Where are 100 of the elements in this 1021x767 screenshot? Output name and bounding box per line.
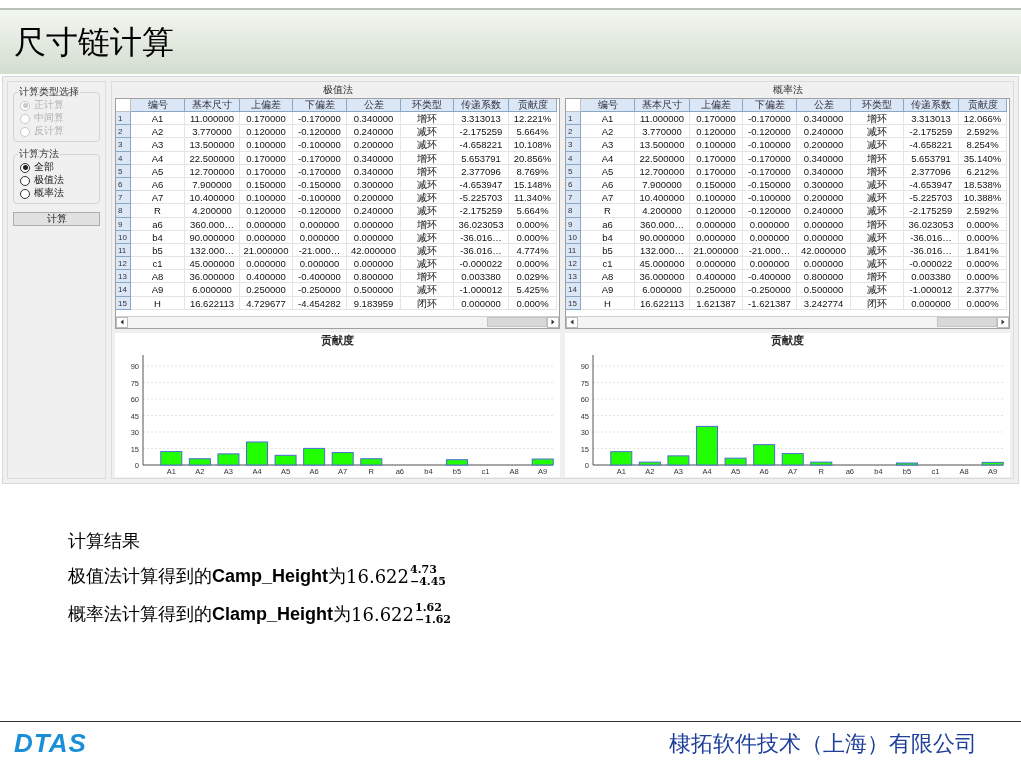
column-header[interactable]: 基本尺寸: [635, 99, 690, 112]
table-cell: 12.066%: [959, 112, 1007, 126]
table-cell: -0.120000: [743, 125, 797, 139]
nominal-value: 16.622: [346, 564, 409, 589]
table-cell: 0.000000: [240, 217, 293, 231]
table-cell: 22.500000: [185, 151, 240, 165]
table-cell: A3: [131, 138, 185, 152]
column-header[interactable]: 上偏差: [690, 99, 743, 112]
table-cell: 360.000…: [185, 217, 240, 231]
table-cell: A2: [581, 125, 635, 139]
column-header[interactable]: 公差: [797, 99, 851, 112]
scrollbar-thumb[interactable]: [487, 317, 547, 328]
scroll-right-icon[interactable]: [547, 316, 559, 328]
table-cell: -4.658221: [904, 138, 959, 152]
bar: [610, 451, 633, 466]
bar: [188, 458, 211, 466]
table-cell: 增环: [851, 151, 904, 165]
table-cell: 12.221%: [509, 112, 557, 126]
table-cell: 8.254%: [959, 138, 1007, 152]
table-cell: A8: [581, 270, 635, 284]
table-cell: 0.000000: [904, 296, 959, 310]
column-header[interactable]: 上偏差: [240, 99, 293, 112]
table-cell: A7: [131, 191, 185, 205]
table-cell: a6: [131, 217, 185, 231]
column-header[interactable]: 贡献度: [959, 99, 1007, 112]
table-cell: 7.900000: [635, 177, 690, 192]
column-header[interactable]: 基本尺寸: [185, 99, 240, 112]
bar: [696, 425, 718, 466]
table-cell: 0.150000: [240, 177, 293, 192]
column-header[interactable]: 下偏差: [293, 99, 347, 112]
bar: [753, 443, 776, 466]
table-cell: 4.200000: [635, 204, 690, 218]
column-header[interactable]: 环类型: [851, 99, 904, 112]
table-cell: 减环: [401, 283, 454, 297]
table-cell: 45.000000: [185, 257, 240, 271]
table-cell: 2.592%: [959, 125, 1007, 139]
table-cell: 减环: [401, 138, 454, 152]
table-cell: -0.170000: [743, 151, 797, 165]
table-cell: 3.770000: [635, 125, 690, 139]
scroll-left-icon[interactable]: [116, 316, 128, 328]
row-number: 12: [116, 257, 131, 271]
table-cell: 0.300000: [347, 177, 401, 192]
table-cell: 0.200000: [347, 191, 401, 205]
table-cell: 0.400000: [690, 270, 743, 284]
table-cell: 减环: [851, 204, 904, 218]
table-cell: 增环: [401, 270, 454, 284]
table-cell: 0.200000: [797, 138, 851, 152]
table-cell: 0.340000: [797, 164, 851, 178]
column-header[interactable]: 编号: [581, 99, 635, 112]
column-header[interactable]: 传递系数: [454, 99, 509, 112]
table-cell: -0.400000: [743, 270, 797, 284]
radio-button[interactable]: [20, 188, 30, 199]
table-cell: 36.023053: [454, 217, 509, 231]
radio-button[interactable]: [20, 162, 30, 173]
table-cell: 0.120000: [690, 125, 743, 139]
scroll-right-icon[interactable]: [997, 316, 1009, 328]
scroll-left-icon[interactable]: [566, 316, 578, 328]
table-cell: -0.120000: [293, 204, 347, 218]
column-header[interactable]: 贡献度: [509, 99, 557, 112]
table-cell: H: [131, 296, 185, 310]
table-cell: 0.250000: [240, 283, 293, 297]
table-cell: 8.769%: [509, 164, 557, 178]
radio-label: 全部: [34, 160, 54, 175]
bar: [246, 441, 268, 466]
table-cell: A6: [581, 177, 635, 192]
table-cell: 7.900000: [185, 177, 240, 192]
table-cell: 0.100000: [690, 138, 743, 152]
column-header[interactable]: 公差: [347, 99, 401, 112]
bar: [724, 457, 747, 466]
table-cell: 10.388%: [959, 191, 1007, 205]
table-cell: -0.170000: [293, 112, 347, 126]
table-cell: 0.003380: [454, 270, 509, 284]
table-cell: 36.000000: [185, 270, 240, 284]
table-cell: 16.622113: [185, 296, 240, 310]
table-cell: 12.700000: [635, 164, 690, 178]
bar: [160, 450, 183, 466]
calculate-button[interactable]: 计算: [13, 212, 100, 226]
radio-button[interactable]: [20, 175, 30, 186]
result-text: 极值法计算得到的Camp_Height为: [68, 564, 346, 588]
table-cell: 90.000000: [635, 230, 690, 244]
table-cell: 0.240000: [347, 125, 401, 139]
table-cell: 0.000%: [959, 270, 1007, 284]
column-header[interactable]: 下偏差: [743, 99, 797, 112]
table-cell: -36.016…: [904, 243, 959, 258]
table-cell: 1.621387: [690, 296, 743, 310]
radio-label: 极值法: [34, 173, 64, 187]
table-cell: 减环: [851, 230, 904, 244]
table-cell: 132.000…: [635, 243, 690, 258]
row-number: 2: [116, 125, 131, 139]
table-cell: 42.000000: [797, 243, 851, 258]
table-cell: 0.000%: [509, 217, 557, 231]
table-cell: 21.000000: [690, 243, 743, 258]
table-cell: 减环: [851, 257, 904, 271]
table-cell: A1: [131, 112, 185, 126]
scrollbar-thumb[interactable]: [937, 317, 997, 328]
table-cell: 减环: [401, 125, 454, 139]
column-header[interactable]: 编号: [131, 99, 185, 112]
column-header[interactable]: 环类型: [401, 99, 454, 112]
table-cell: 11.000000: [185, 112, 240, 126]
column-header[interactable]: 传递系数: [904, 99, 959, 112]
